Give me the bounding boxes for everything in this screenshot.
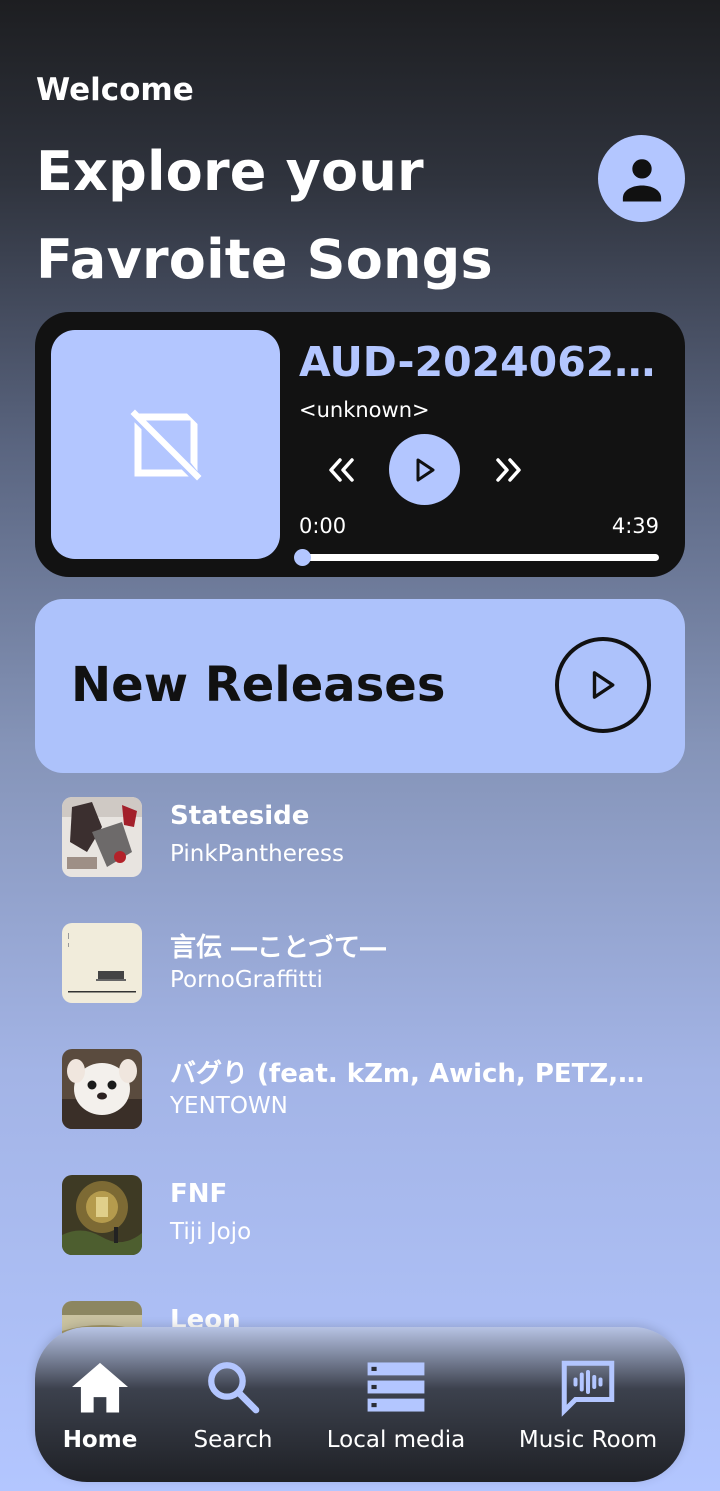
list-item[interactable]: Stateside PinkPantheress [62, 797, 662, 877]
song-title: FNF [170, 1179, 228, 1209]
current-time: 0:00 [299, 514, 347, 538]
nav-music-room-label: Music Room [518, 1427, 658, 1453]
storage-icon [367, 1362, 425, 1412]
page-title: Explore your Favroite Songs [36, 128, 493, 304]
play-button[interactable] [389, 434, 460, 505]
play-icon [416, 458, 434, 481]
nav-home-label: Home [62, 1427, 138, 1453]
track-artist: <unknown> [299, 398, 430, 422]
song-title: 言伝 ―ことづて― [170, 933, 387, 963]
headline-line-1: Explore your [36, 140, 424, 203]
song-title: バグり (feat. kZm, Awich, PETZ, MonyHorse) [170, 1059, 650, 1089]
album-art [62, 1175, 142, 1255]
fast-forward-icon [496, 458, 521, 482]
nav-search-label: Search [193, 1427, 273, 1453]
album-art [62, 1049, 142, 1129]
list-item[interactable]: バグり (feat. kZm, Awich, PETZ, MonyHorse) … [62, 1049, 662, 1129]
home-icon [72, 1362, 128, 1413]
nav-music-room[interactable]: Music Room [518, 1357, 658, 1453]
song-artist: PinkPantheress [170, 841, 344, 867]
nav-local-media[interactable]: Local media [327, 1357, 465, 1453]
nav-home[interactable]: Home [62, 1357, 138, 1453]
album-art [62, 923, 142, 1003]
album-art [62, 797, 142, 877]
bottom-navigation: Home Search Local media Music Room [35, 1327, 685, 1482]
play-icon [592, 671, 615, 699]
no-image-icon [130, 409, 201, 480]
profile-avatar-button[interactable] [598, 135, 685, 222]
track-title: AUD-20240627-WA0001 [299, 338, 675, 386]
nav-search[interactable]: Search [193, 1357, 273, 1453]
new-releases-card[interactable]: New Releases [35, 599, 685, 773]
song-artist: Tiji Jojo [170, 1219, 252, 1245]
song-title: Stateside [170, 801, 310, 831]
search-icon [208, 1362, 260, 1414]
list-item[interactable]: 言伝 ―ことづて― PornoGraffitti [62, 923, 662, 1003]
total-time: 4:39 [611, 514, 659, 538]
album-cover [51, 330, 280, 559]
chat-audio-icon [561, 1360, 615, 1417]
new-releases-title: New Releases [71, 657, 446, 713]
new-releases-play-button[interactable] [555, 637, 651, 733]
list-item[interactable]: FNF Tiji Jojo [62, 1175, 662, 1255]
progress-thumb[interactable] [294, 549, 311, 566]
progress-track[interactable] [299, 554, 659, 561]
nav-local-media-label: Local media [326, 1427, 466, 1453]
song-artist: YENTOWN [170, 1093, 288, 1119]
rewind-button[interactable] [321, 453, 363, 487]
now-playing-card[interactable]: AUD-20240627-WA0001 <unknown> 0:00 4:39 [35, 312, 685, 577]
song-artist: PornoGraffitti [170, 967, 323, 993]
fast-forward-button[interactable] [487, 453, 529, 487]
headline-line-2: Favroite Songs [36, 228, 493, 291]
welcome-text: Welcome [36, 72, 194, 108]
person-icon [622, 158, 661, 201]
rewind-icon [329, 458, 354, 482]
